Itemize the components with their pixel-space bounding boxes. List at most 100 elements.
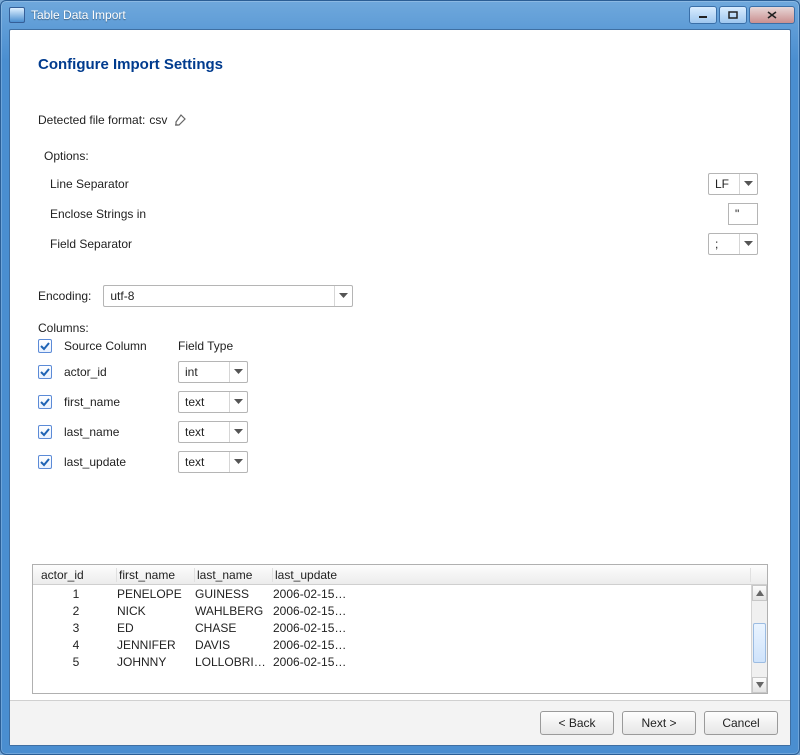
enclose-strings-input[interactable]: " xyxy=(728,203,758,225)
close-button[interactable] xyxy=(749,6,795,24)
encoding-row: Encoding: utf-8 xyxy=(38,285,762,307)
column-type-value: int xyxy=(185,365,229,379)
column-checkbox[interactable] xyxy=(38,395,52,409)
field-separator-value: ; xyxy=(715,237,739,251)
table-row[interactable]: 4 JENNIFER DAVIS 2006-02-15… xyxy=(33,636,767,653)
cell: LOLLOBRIG… xyxy=(195,655,273,669)
column-type-value: text xyxy=(185,455,229,469)
next-button[interactable]: Next > xyxy=(622,711,696,735)
line-separator-select[interactable]: LF xyxy=(708,173,758,195)
scroll-down-icon[interactable] xyxy=(752,677,767,693)
chevron-down-icon xyxy=(739,234,757,254)
column-type-select[interactable]: text xyxy=(178,451,248,473)
encoding-label: Encoding: xyxy=(38,289,91,303)
column-source: actor_id xyxy=(64,365,174,379)
preview-header-row: actor_id first_name last_name last_updat… xyxy=(33,565,767,585)
cell: 2006-02-15… xyxy=(273,604,751,618)
enclose-strings-value: " xyxy=(735,207,739,221)
cell: DAVIS xyxy=(195,638,273,652)
wizard-footer: < Back Next > Cancel xyxy=(10,700,790,745)
app-icon xyxy=(9,7,25,23)
cell: 2 xyxy=(39,604,117,618)
scroll-thumb[interactable] xyxy=(753,623,766,663)
option-line-separator: Line Separator LF xyxy=(50,169,758,199)
chevron-down-icon xyxy=(229,452,247,472)
preview-header-cell[interactable]: last_update xyxy=(273,568,751,582)
column-source: last_update xyxy=(64,455,174,469)
preview-header-cell[interactable]: actor_id xyxy=(39,568,117,582)
field-separator-label: Field Separator xyxy=(50,237,300,251)
line-separator-label: Line Separator xyxy=(50,177,300,191)
field-separator-select[interactable]: ; xyxy=(708,233,758,255)
cell: 2006-02-15… xyxy=(273,655,751,669)
detected-format: Detected file format: csv xyxy=(38,113,768,127)
column-type-value: text xyxy=(185,395,229,409)
configure-format-icon[interactable] xyxy=(173,113,187,127)
option-field-separator: Field Separator ; xyxy=(50,229,758,259)
column-type-value: text xyxy=(185,425,229,439)
chevron-down-icon xyxy=(229,362,247,382)
minimize-button[interactable] xyxy=(689,6,717,24)
cell: 5 xyxy=(39,655,117,669)
cell: 2006-02-15… xyxy=(273,638,751,652)
cell: 1 xyxy=(39,587,117,601)
titlebar[interactable]: Table Data Import xyxy=(1,1,799,29)
option-enclose-strings: Enclose Strings in " xyxy=(50,199,758,229)
columns-header-source: Source Column xyxy=(64,339,174,353)
maximize-button[interactable] xyxy=(719,6,747,24)
cancel-button[interactable]: Cancel xyxy=(704,711,778,735)
cell: 2006-02-15… xyxy=(273,621,751,635)
chevron-down-icon xyxy=(334,286,352,306)
cell: CHASE xyxy=(195,621,273,635)
table-row[interactable]: 3 ED CHASE 2006-02-15… xyxy=(33,619,767,636)
column-type-select[interactable]: text xyxy=(178,421,248,443)
columns-master-checkbox[interactable] xyxy=(38,339,52,353)
encoding-value: utf-8 xyxy=(110,289,334,303)
options-label: Options: xyxy=(44,149,758,163)
preview-table: actor_id first_name last_name last_updat… xyxy=(32,564,768,694)
column-checkbox[interactable] xyxy=(38,455,52,469)
columns-grid: Source Column Field Type actor_id int fi… xyxy=(38,339,762,473)
cell: 3 xyxy=(39,621,117,635)
chevron-down-icon xyxy=(229,422,247,442)
preview-header-cell[interactable]: last_name xyxy=(195,568,273,582)
column-checkbox[interactable] xyxy=(38,425,52,439)
chevron-down-icon xyxy=(229,392,247,412)
preview-header-cell[interactable]: first_name xyxy=(117,568,195,582)
column-type-select[interactable]: text xyxy=(178,391,248,413)
preview-body: 1 PENELOPE GUINESS 2006-02-15… 2 NICK WA… xyxy=(33,585,767,693)
table-row[interactable]: 5 JOHNNY LOLLOBRIG… 2006-02-15… xyxy=(33,653,767,670)
cell: PENELOPE xyxy=(117,587,195,601)
window-controls xyxy=(689,6,795,24)
cell: 4 xyxy=(39,638,117,652)
scroll-track[interactable] xyxy=(752,601,767,677)
columns-header-type: Field Type xyxy=(178,339,258,353)
cell: JENNIFER xyxy=(117,638,195,652)
back-button[interactable]: < Back xyxy=(540,711,614,735)
chevron-down-icon xyxy=(739,174,757,194)
columns-group: Columns: Source Column Field Type actor_… xyxy=(38,321,762,473)
cell: 2006-02-15… xyxy=(273,587,751,601)
client-area: Configure Import Settings Detected file … xyxy=(9,29,791,746)
table-row[interactable]: 2 NICK WAHLBERG 2006-02-15… xyxy=(33,602,767,619)
enclose-strings-label: Enclose Strings in xyxy=(50,207,300,221)
cell: ED xyxy=(117,621,195,635)
column-type-select[interactable]: int xyxy=(178,361,248,383)
line-separator-value: LF xyxy=(715,177,739,191)
cell: GUINESS xyxy=(195,587,273,601)
encoding-select[interactable]: utf-8 xyxy=(103,285,353,307)
cell: NICK xyxy=(117,604,195,618)
options-group: Options: Line Separator LF Enclose Strin… xyxy=(38,143,762,267)
detected-label: Detected file format: xyxy=(38,113,145,127)
window-title: Table Data Import xyxy=(31,8,689,22)
preview-scrollbar[interactable] xyxy=(751,585,767,693)
column-source: first_name xyxy=(64,395,174,409)
column-source: last_name xyxy=(64,425,174,439)
column-checkbox[interactable] xyxy=(38,365,52,379)
detected-value: csv xyxy=(149,113,167,127)
cell: WAHLBERG xyxy=(195,604,273,618)
content: Configure Import Settings Detected file … xyxy=(10,30,790,700)
table-row[interactable]: 1 PENELOPE GUINESS 2006-02-15… xyxy=(33,585,767,602)
cell: JOHNNY xyxy=(117,655,195,669)
scroll-up-icon[interactable] xyxy=(752,585,767,601)
